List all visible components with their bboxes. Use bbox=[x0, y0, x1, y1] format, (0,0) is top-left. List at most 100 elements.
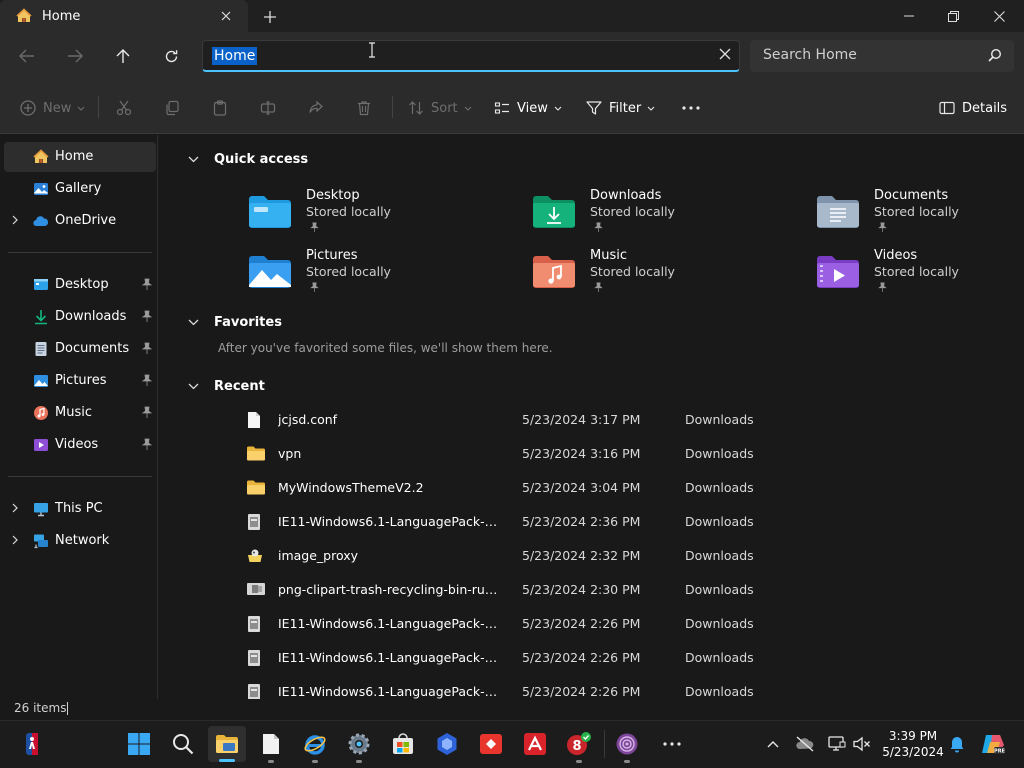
documents-folder-icon bbox=[816, 194, 860, 228]
monitor-network-icon bbox=[828, 736, 846, 752]
sidebar-item-music[interactable]: Music bbox=[4, 398, 156, 428]
search-input[interactable]: Search Home bbox=[763, 47, 857, 63]
chevron-right-icon[interactable] bbox=[12, 503, 18, 513]
quick-access-downloads[interactable]: Downloads Stored locally bbox=[532, 188, 792, 244]
more-options-button[interactable] bbox=[682, 95, 700, 121]
pin-icon bbox=[594, 222, 603, 232]
sidebar-item-onedrive[interactable]: OneDrive bbox=[4, 206, 156, 236]
pin-icon bbox=[142, 278, 152, 290]
running-app-indicator bbox=[312, 760, 318, 763]
share-icon bbox=[308, 100, 324, 116]
new-tab-button[interactable] bbox=[258, 6, 282, 28]
recent-row[interactable]: vpn 5/23/2024 3:16 PM Downloads bbox=[244, 439, 764, 469]
taskbar-app-red-arrow[interactable] bbox=[472, 726, 510, 762]
running-app-indicator bbox=[576, 760, 582, 763]
recent-row[interactable]: IE11-Windows6.1-LanguagePack-x86-vi... 5… bbox=[244, 677, 764, 699]
up-button[interactable] bbox=[105, 40, 141, 72]
quick-access-documents[interactable]: Documents Stored locally bbox=[816, 188, 1024, 244]
taskbar-tor-browser[interactable] bbox=[608, 726, 646, 762]
sidebar-item-downloads[interactable]: Downloads bbox=[4, 302, 156, 332]
active-app-indicator bbox=[219, 759, 235, 762]
taskbar-internet-explorer[interactable] bbox=[296, 726, 334, 762]
recent-row[interactable]: jcjsd.conf 5/23/2024 3:17 PM Downloads bbox=[244, 405, 764, 435]
avira-icon bbox=[523, 732, 547, 756]
address-bar[interactable]: Home bbox=[202, 40, 740, 72]
sort-icon bbox=[408, 100, 424, 116]
close-window-button[interactable] bbox=[976, 0, 1022, 32]
quick-access-videos[interactable]: Videos Stored locally bbox=[816, 248, 1024, 304]
recent-row[interactable]: IE11-Windows6.1-LanguagePack-x64-e... 5/… bbox=[244, 507, 764, 537]
taskbar-clock[interactable]: 3:39 PM 5/23/2024 bbox=[880, 728, 946, 760]
taskbar-file-explorer[interactable] bbox=[208, 726, 246, 762]
delete-button[interactable] bbox=[356, 95, 372, 121]
quick-access-music[interactable]: Music Stored locally bbox=[532, 248, 792, 304]
rename-icon bbox=[260, 100, 276, 116]
sidebar-item-pictures[interactable]: Pictures bbox=[4, 366, 156, 396]
minimize-button[interactable] bbox=[886, 0, 932, 32]
chevron-right-icon[interactable] bbox=[12, 215, 18, 225]
copy-button[interactable] bbox=[164, 95, 180, 121]
recent-row[interactable]: MyWindowsThemeV2.2 5/23/2024 3:04 PM Dow… bbox=[244, 473, 764, 503]
cut-button[interactable] bbox=[116, 95, 132, 121]
show-hidden-icons-button[interactable] bbox=[762, 733, 784, 755]
copilot-button[interactable]: PRE bbox=[980, 733, 1006, 755]
address-input[interactable]: Home bbox=[212, 47, 258, 65]
notifications-button[interactable] bbox=[946, 733, 968, 755]
taskbar-more-button[interactable] bbox=[653, 726, 691, 762]
sidebar-item-videos[interactable]: Videos bbox=[4, 430, 156, 460]
quick-access-desktop[interactable]: Desktop Stored locally bbox=[248, 188, 508, 244]
recent-row[interactable]: png-clipart-trash-recycling-bin-rubbish.… bbox=[244, 575, 764, 605]
recent-row[interactable]: IE11-Windows6.1-LanguagePack-x86-x... 5/… bbox=[244, 609, 764, 639]
restore-button[interactable] bbox=[930, 0, 976, 32]
view-button[interactable]: View bbox=[494, 95, 562, 121]
sidebar-item-desktop[interactable]: Desktop bbox=[4, 270, 156, 300]
rename-button[interactable] bbox=[260, 95, 276, 121]
item-count: 26 items bbox=[14, 701, 67, 715]
music-folder-icon bbox=[33, 405, 49, 421]
quick-access-header[interactable]: Quick access bbox=[188, 148, 308, 170]
sort-button[interactable]: Sort bbox=[408, 95, 472, 121]
search-box[interactable]: Search Home bbox=[750, 40, 1014, 72]
filter-button[interactable]: Filter bbox=[586, 95, 655, 121]
taskbar-search-button[interactable] bbox=[164, 726, 202, 762]
favorites-header[interactable]: Favorites bbox=[188, 311, 282, 333]
taskbar-app-badge[interactable]: 8 bbox=[560, 726, 598, 762]
tab-home[interactable]: Home bbox=[0, 0, 248, 32]
start-button[interactable] bbox=[120, 726, 158, 762]
forward-button[interactable] bbox=[57, 40, 93, 72]
clear-address-icon[interactable] bbox=[719, 48, 731, 60]
bell-icon bbox=[949, 735, 965, 753]
chevron-right-icon[interactable] bbox=[12, 535, 18, 545]
onedrive-tray-button[interactable] bbox=[794, 733, 816, 755]
sidebar-item-documents[interactable]: Documents bbox=[4, 334, 156, 364]
share-button[interactable] bbox=[308, 95, 324, 121]
taskbar-notepad[interactable] bbox=[252, 726, 290, 762]
taskbar-widget-nba[interactable] bbox=[13, 726, 51, 762]
file-icon bbox=[246, 411, 262, 429]
volume-tray-button[interactable] bbox=[851, 733, 873, 755]
taskbar-avira[interactable] bbox=[516, 726, 554, 762]
sidebar-item-home[interactable]: Home bbox=[4, 142, 156, 172]
pin-icon bbox=[310, 222, 319, 232]
sidebar-item-gallery[interactable]: Gallery bbox=[4, 174, 156, 204]
sidebar-item-network[interactable]: Network bbox=[4, 526, 156, 556]
recent-header[interactable]: Recent bbox=[188, 375, 265, 397]
refresh-button[interactable] bbox=[153, 40, 189, 72]
back-button[interactable] bbox=[9, 40, 45, 72]
network-tray-button[interactable] bbox=[826, 733, 848, 755]
quick-access-pictures[interactable]: Pictures Stored locally bbox=[248, 248, 508, 304]
recent-row[interactable]: image_proxy 5/23/2024 2:32 PM Downloads bbox=[244, 541, 764, 571]
new-label: New bbox=[43, 100, 72, 116]
taskbar-microsoft-store[interactable] bbox=[384, 726, 422, 762]
details-button[interactable]: Details bbox=[939, 95, 1007, 121]
chevron-down-icon bbox=[464, 106, 472, 111]
taskbar-app-blue[interactable] bbox=[428, 726, 466, 762]
paste-button[interactable] bbox=[212, 95, 228, 121]
new-button[interactable]: New bbox=[20, 95, 85, 121]
taskbar-settings[interactable] bbox=[340, 726, 378, 762]
sidebar-item-this-pc[interactable]: This PC bbox=[4, 494, 156, 524]
folder-icon bbox=[246, 445, 266, 461]
close-tab-icon[interactable] bbox=[216, 8, 236, 24]
favorites-empty-message: After you've favorited some files, we'll… bbox=[218, 341, 553, 355]
recent-row[interactable]: IE11-Windows6.1-LanguagePack-x86-u... 5/… bbox=[244, 643, 764, 673]
